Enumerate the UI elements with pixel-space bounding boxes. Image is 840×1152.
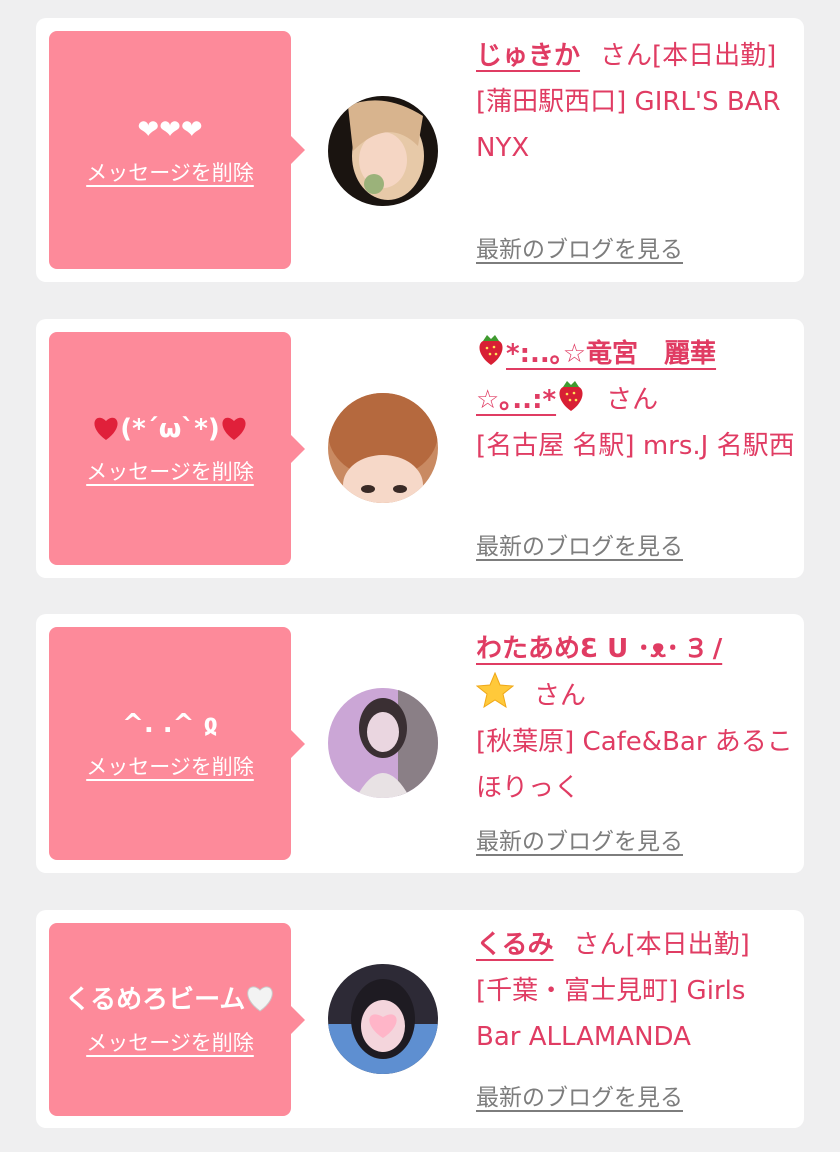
avatar[interactable] xyxy=(328,688,438,798)
cast-info: *:..｡☆竜宮 麗華☆｡..:* さん [名古屋 名駅] mrs.J 名駅西 xyxy=(476,331,796,469)
red-heart-icon xyxy=(222,417,246,440)
delete-message-link[interactable]: メッセージを削除 xyxy=(86,456,254,486)
message-bubble: くるめろビーム メッセージを削除 xyxy=(49,923,291,1116)
message-text-label: くるめろビーム xyxy=(64,984,246,1015)
shop-text: [名古屋 名駅] mrs.J 名駅西 xyxy=(476,431,795,461)
latest-blog-link[interactable]: 最新のブログを見る xyxy=(476,822,683,856)
avatar[interactable] xyxy=(328,96,438,206)
latest-blog-link[interactable]: 最新のブログを見る xyxy=(476,1078,683,1112)
delete-message-link[interactable]: メッセージを削除 xyxy=(86,751,254,781)
message-bubble: ❤❤❤ メッセージを削除 xyxy=(49,31,291,269)
shop-text: [千葉・富士見町] Girls Bar ALLAMANDA xyxy=(476,976,746,1052)
message-bubble: ^. .^ ჲ メッセージを削除 xyxy=(49,627,291,860)
cast-name-text: *:..｡☆竜宮 麗華☆｡..:* xyxy=(476,339,717,415)
message-bubble: (*´ω`*) メッセージを削除 xyxy=(49,332,291,565)
avatar[interactable] xyxy=(328,393,438,503)
cast-info: じゅきか さん[本日出勤] [蒲田駅西口] GIRL'S BAR NYX xyxy=(476,33,796,171)
red-heart-icon xyxy=(94,417,118,440)
delete-message-link[interactable]: メッセージを削除 xyxy=(86,157,254,187)
honorific: さん xyxy=(606,385,659,415)
card: ❤❤❤ メッセージを削除 じゅきか さん[本日出勤] [蒲田駅西口] GIRL'S… xyxy=(36,18,804,282)
white-heart-icon xyxy=(247,985,273,1012)
emoticon-text: (*´ω`*) xyxy=(120,413,220,444)
cast-name-link[interactable]: *:..｡☆竜宮 麗華☆｡..:* xyxy=(476,335,717,415)
card: (*´ω`*) メッセージを削除 *:..｡☆竜宮 麗華☆｡..:* さん [名古… xyxy=(36,319,804,578)
status-text: [本日出勤] xyxy=(652,41,777,71)
avatar[interactable] xyxy=(328,964,438,1074)
star-icon xyxy=(476,672,514,708)
cast-name-link[interactable]: じゅきか xyxy=(476,41,580,71)
strawberry-icon xyxy=(559,381,583,411)
message-text: くるめろビーム xyxy=(65,983,276,1017)
shop-text: [蒲田駅西口] GIRL'S BAR NYX xyxy=(476,87,781,163)
card: ^. .^ ჲ メッセージを削除 わたあめƐ U ･ᴥ･ Ɜ / さん [秋葉原… xyxy=(36,614,804,873)
cast-info: わたあめƐ U ･ᴥ･ Ɜ / さん [秋葉原] Cafe&Bar あるこほりっ… xyxy=(476,626,796,811)
status-text: [本日出勤] xyxy=(625,930,750,960)
delete-message-link[interactable]: メッセージを削除 xyxy=(86,1027,254,1057)
honorific: さん xyxy=(534,681,587,711)
cast-name-link[interactable]: わたあめƐ U ･ᴥ･ Ɜ / xyxy=(476,634,722,664)
message-text: (*´ω`*) xyxy=(92,412,248,446)
message-text: ❤❤❤ xyxy=(137,115,203,145)
cast-name-link[interactable]: くるみ xyxy=(476,930,553,960)
cast-info: くるみ さん[本日出勤] [千葉・富士見町] Girls Bar ALLAMAND… xyxy=(476,922,796,1060)
honorific: さん xyxy=(573,930,626,960)
card: くるめろビーム メッセージを削除 くるみ さん[本日出勤] [千葉・富士見町] G… xyxy=(36,910,804,1128)
latest-blog-link[interactable]: 最新のブログを見る xyxy=(476,527,683,561)
message-text: ^. .^ ჲ xyxy=(122,708,218,739)
shop-text: [秋葉原] Cafe&Bar あるこほりっく xyxy=(476,727,793,803)
honorific: さん xyxy=(600,41,653,71)
strawberry-icon xyxy=(479,335,503,365)
favorites-list: ❤❤❤ メッセージを削除 じゅきか さん[本日出勤] [蒲田駅西口] GIRL'S… xyxy=(0,0,840,1152)
latest-blog-link[interactable]: 最新のブログを見る xyxy=(476,230,683,264)
